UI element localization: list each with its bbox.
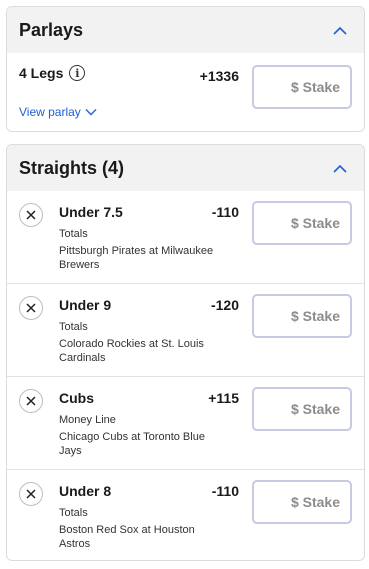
parlay-stake-input[interactable]: $ Stake (252, 65, 352, 109)
straights-card: Straights (4) Under 7.5 -110 Totals Pitt… (6, 144, 365, 561)
event-name: Pittsburgh Pirates at Milwaukee Brewers (59, 245, 214, 271)
event-name: Boston Red Sox at Houston Astros (59, 524, 195, 550)
selection-odds: -120 (210, 297, 239, 313)
parlay-legs: 4 Legs i (19, 65, 86, 81)
straights-title: Straights (4) (19, 157, 125, 178)
selection-name: Under 8 (59, 483, 112, 499)
selection-odds: -110 (211, 204, 239, 220)
stake-input[interactable]: $ Stake (252, 480, 352, 524)
parlays-title: Parlays (19, 19, 84, 40)
stake-input[interactable]: $ Stake (252, 294, 352, 338)
straights-header[interactable]: Straights (4) (7, 145, 364, 191)
selection-odds: +115 (208, 390, 239, 406)
selection-odds: -110 (211, 483, 239, 499)
parlay-body: 4 Legs i +1336 $ Stake View parlay (7, 53, 364, 131)
bet-row: Cubs +115 Money Line Chicago Cubs at Tor… (7, 377, 364, 470)
selection-name: Cubs (59, 390, 94, 406)
view-parlay-label: View parlay (19, 105, 81, 119)
parlays-card: Parlays 4 Legs i +1336 $ Stake View parl… (6, 6, 365, 132)
parlays-header[interactable]: Parlays (7, 7, 364, 53)
event-name: Chicago Cubs at Toronto Blue Jays (59, 431, 205, 457)
chevron-up-icon[interactable] (328, 156, 352, 180)
market-type: Totals (59, 507, 88, 519)
bet-row: Under 8 -110 Totals Boston Red Sox at Ho… (7, 470, 364, 560)
close-icon[interactable] (19, 389, 43, 413)
chevron-down-icon (85, 109, 97, 116)
chevron-up-icon[interactable] (328, 18, 352, 42)
close-icon[interactable] (19, 203, 43, 227)
close-icon[interactable] (19, 482, 43, 506)
selection-name: Under 7.5 (59, 204, 123, 220)
stake-input[interactable]: $ Stake (252, 387, 352, 431)
stake-input[interactable]: $ Stake (252, 201, 352, 245)
market-type: Totals (59, 228, 88, 240)
bet-row: Under 9 -120 Totals Colorado Rockies at … (7, 284, 364, 377)
info-icon[interactable]: i (69, 65, 86, 81)
close-icon[interactable] (19, 296, 43, 320)
bet-row: Under 7.5 -110 Totals Pittsburgh Pirates… (7, 191, 364, 284)
market-type: Money Line (59, 414, 116, 426)
event-name: Colorado Rockies at St. Louis Cardinals (59, 338, 204, 364)
selection-name: Under 9 (59, 297, 112, 313)
parlay-odds: +1336 (199, 68, 239, 84)
view-parlay-link[interactable]: View parlay (19, 105, 97, 119)
market-type: Totals (59, 321, 88, 333)
parlay-legs-label: 4 Legs (19, 65, 64, 81)
